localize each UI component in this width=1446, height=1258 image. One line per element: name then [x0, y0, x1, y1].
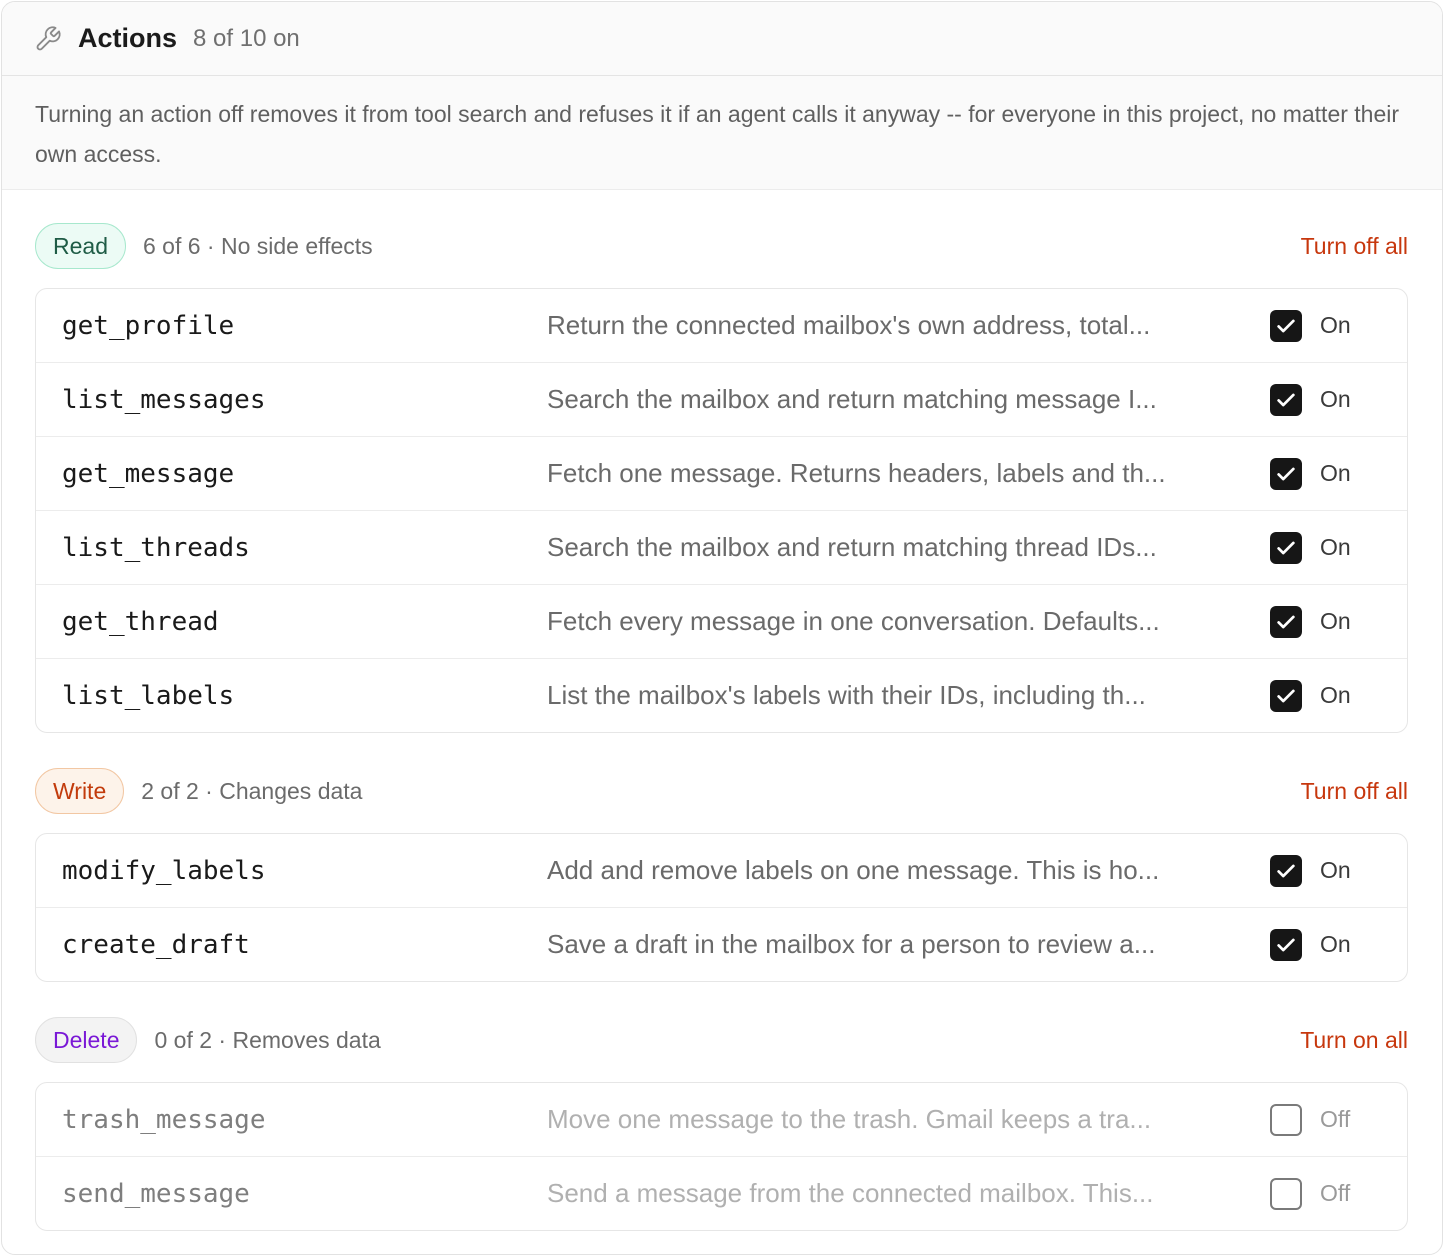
group-header-write: Write 2 of 2 · Changes data Turn off all [35, 767, 1408, 815]
action-toggle[interactable]: Off [1270, 1103, 1351, 1136]
toggle-state-label: On [1320, 857, 1351, 883]
action-toggle[interactable]: On [1270, 309, 1351, 342]
action-description: List the mailbox's labels with their IDs… [547, 680, 1146, 710]
group-header-read: Read 6 of 6 · No side effects Turn off a… [35, 222, 1408, 270]
toggle-state-label: On [1320, 312, 1351, 338]
action-toggle[interactable]: On [1270, 928, 1351, 961]
turn-on-all-delete-button[interactable]: Turn on all [1300, 1027, 1408, 1054]
action-row: trash_message Move one message to the tr… [36, 1083, 1407, 1156]
action-toggle[interactable]: Off [1270, 1177, 1351, 1210]
action-toggle[interactable]: On [1270, 605, 1351, 638]
toggle-state-label: On [1320, 931, 1351, 957]
action-name: list_labels [62, 680, 235, 711]
toggle-state-label: On [1320, 608, 1351, 634]
checkbox-checked-icon[interactable] [1270, 605, 1302, 638]
action-name: trash_message [62, 1104, 266, 1135]
toggle-state-label: Off [1320, 1106, 1351, 1132]
action-name: get_profile [62, 310, 235, 341]
checkbox-unchecked-icon[interactable] [1270, 1103, 1302, 1136]
checkbox-checked-icon[interactable] [1270, 457, 1302, 490]
toggle-state-label: On [1320, 682, 1351, 708]
checkbox-checked-icon[interactable] [1270, 854, 1302, 887]
action-name: modify_labels [62, 855, 266, 886]
action-row: list_threads Search the mailbox and retu… [36, 510, 1407, 584]
checkbox-checked-icon[interactable] [1270, 383, 1302, 416]
group-meta: 6 of 6 · No side effects [142, 232, 373, 259]
checkbox-checked-icon[interactable] [1270, 531, 1302, 564]
action-list-write: modify_labels Add and remove labels on o… [35, 833, 1408, 982]
toggle-state-label: On [1320, 386, 1351, 412]
action-list-read: get_profile Return the connected mailbox… [35, 288, 1408, 733]
turn-off-all-read-button[interactable]: Turn off all [1301, 233, 1408, 260]
notice-text: Turning an action off removes it from to… [2, 76, 1442, 190]
action-name: send_message [62, 1178, 250, 1209]
action-description: Search the mailbox and return matching m… [547, 384, 1157, 414]
action-row: list_messages Search the mailbox and ret… [36, 362, 1407, 436]
checkbox-unchecked-icon[interactable] [1270, 1177, 1302, 1210]
action-row: send_message Send a message from the con… [36, 1156, 1407, 1230]
action-toggle[interactable]: On [1270, 854, 1351, 887]
action-toggle[interactable]: On [1270, 383, 1351, 416]
action-toggle[interactable]: On [1270, 531, 1351, 564]
toggle-state-label: On [1320, 534, 1351, 560]
page-title: Actions [78, 23, 178, 53]
action-description: Move one message to the trash. Gmail kee… [547, 1104, 1152, 1134]
delete-badge: Delete [35, 1017, 138, 1063]
action-row: get_message Fetch one message. Returns h… [36, 436, 1407, 510]
action-description: Send a message from the connected mailbo… [547, 1178, 1154, 1208]
action-description: Fetch every message in one conversation.… [547, 606, 1160, 636]
action-name: get_thread [62, 606, 219, 637]
action-name: list_messages [62, 384, 266, 415]
action-row: get_thread Fetch every message in one co… [36, 584, 1407, 658]
enabled-count: 8 of 10 on [193, 24, 300, 52]
groups-container: Read 6 of 6 · No side effects Turn off a… [2, 222, 1442, 1231]
read-badge: Read [35, 223, 126, 269]
action-row: modify_labels Add and remove labels on o… [36, 834, 1407, 907]
action-name: list_threads [62, 532, 250, 563]
action-name: get_message [62, 458, 235, 489]
toggle-state-label: Off [1320, 1180, 1351, 1206]
action-row: create_draft Save a draft in the mailbox… [36, 907, 1407, 981]
action-row: get_profile Return the connected mailbox… [36, 289, 1407, 362]
action-list-delete: trash_message Move one message to the tr… [35, 1082, 1408, 1231]
action-description: Search the mailbox and return matching t… [547, 532, 1157, 562]
action-description: Return the connected mailbox's own addre… [547, 310, 1151, 340]
group-meta: 2 of 2 · Changes data [141, 777, 363, 804]
card-header: Actions 8 of 10 on [2, 2, 1442, 76]
checkbox-checked-icon[interactable] [1270, 928, 1302, 961]
turn-off-all-write-button[interactable]: Turn off all [1301, 778, 1408, 805]
write-badge: Write [35, 768, 125, 814]
checkbox-checked-icon[interactable] [1270, 309, 1302, 342]
checkbox-checked-icon[interactable] [1270, 679, 1302, 712]
toggle-state-label: On [1320, 460, 1351, 486]
group-meta: 0 of 2 · Removes data [154, 1026, 381, 1053]
action-description: Add and remove labels on one message. Th… [547, 855, 1160, 885]
action-toggle[interactable]: On [1270, 679, 1351, 712]
action-description: Save a draft in the mailbox for a person… [547, 929, 1156, 959]
action-description: Fetch one message. Returns headers, labe… [547, 458, 1166, 488]
actions-card: Actions 8 of 10 on Turning an action off… [1, 1, 1443, 1255]
wrench-icon [34, 25, 62, 53]
group-header-delete: Delete 0 of 2 · Removes data Turn on all [35, 1016, 1408, 1064]
action-row: list_labels List the mailbox's labels wi… [36, 658, 1407, 732]
action-toggle[interactable]: On [1270, 457, 1351, 490]
action-name: create_draft [62, 929, 250, 960]
